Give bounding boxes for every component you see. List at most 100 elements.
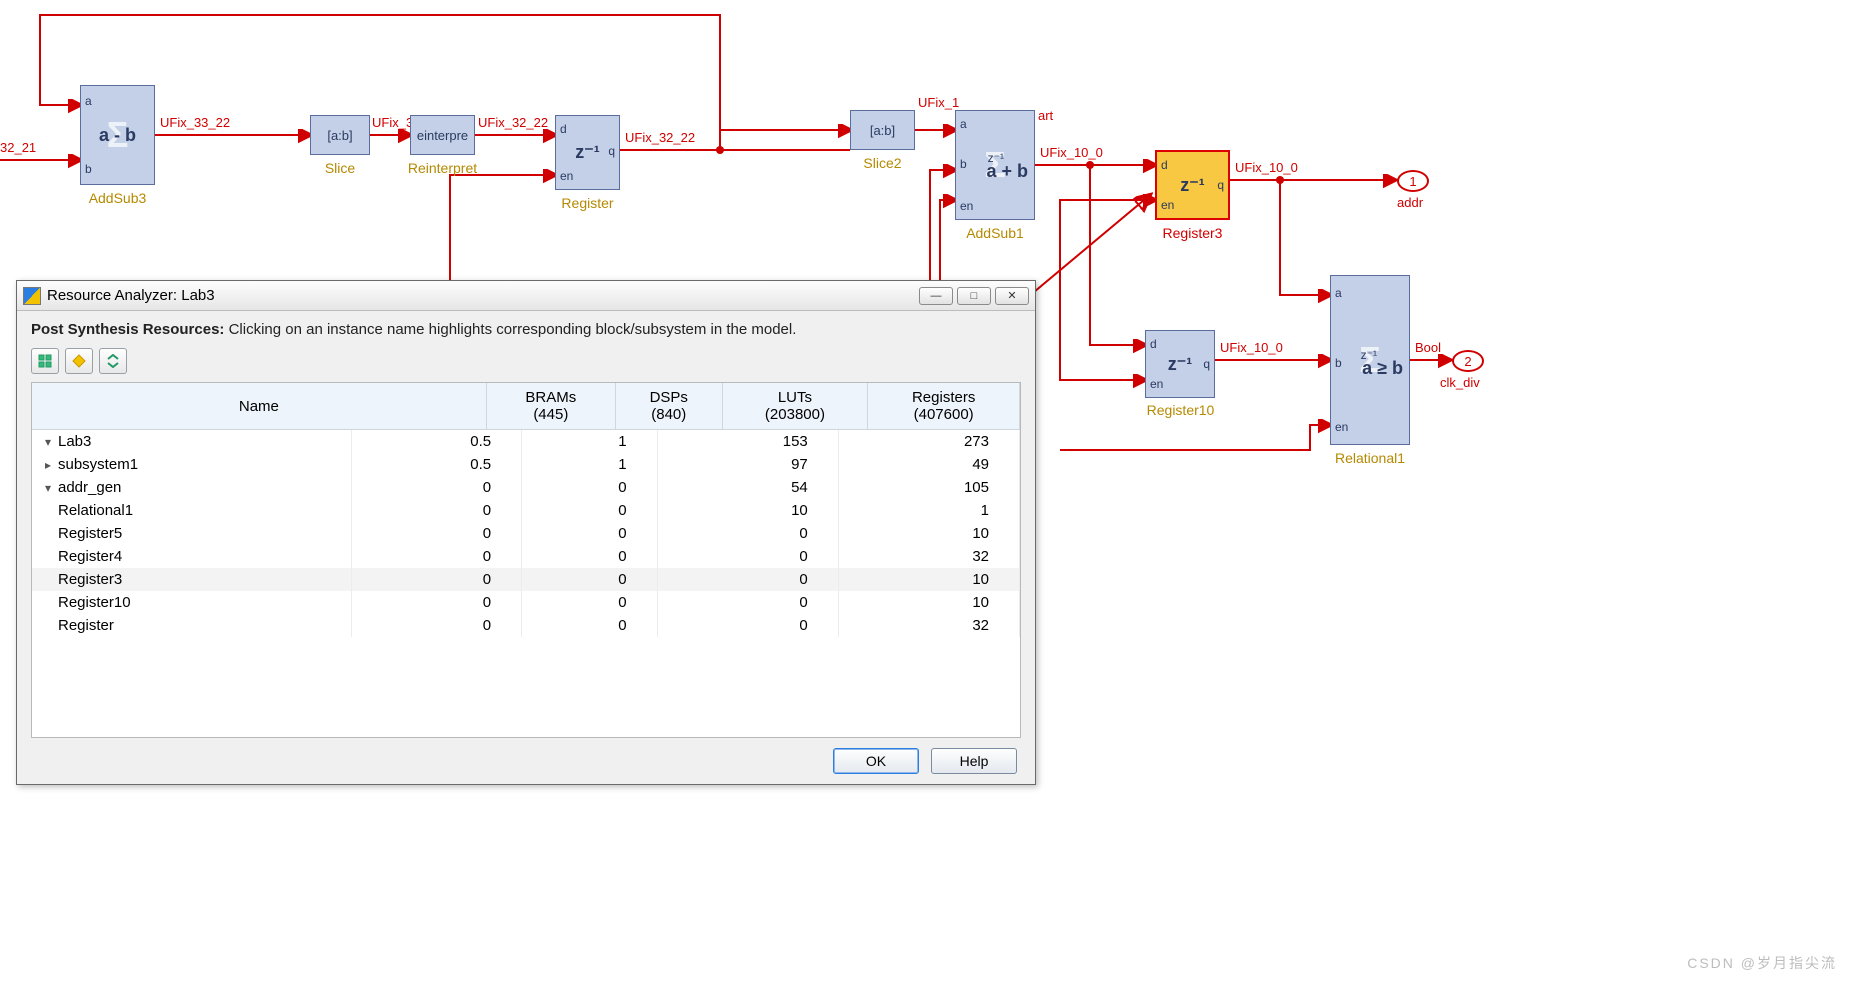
dialog-titlebar[interactable]: Resource Analyzer: Lab3 — □ ✕ xyxy=(17,281,1035,311)
block-slice[interactable]: [a:b] xyxy=(310,115,370,155)
cell-regs: 10 xyxy=(838,568,1019,591)
label-addsub3: AddSub3 xyxy=(80,190,155,206)
cell-brams: 0.5 xyxy=(352,430,522,453)
outport-addr[interactable]: 1 xyxy=(1397,170,1429,192)
cell-name[interactable]: ▾addr_gen xyxy=(32,476,352,499)
dialog-toolbar xyxy=(17,348,1035,382)
cell-brams: 0 xyxy=(352,522,522,545)
cell-regs: 1 xyxy=(838,499,1019,522)
cell-dsps: 0 xyxy=(522,545,657,568)
col-dsps[interactable]: DSPs(840) xyxy=(615,383,722,430)
table-row[interactable]: Register400032 xyxy=(32,545,1020,568)
port-q: q xyxy=(608,144,615,158)
expand-icon[interactable]: ▾ xyxy=(42,481,54,495)
cell-regs: 49 xyxy=(838,453,1019,476)
cell-name[interactable]: ▸subsystem1 xyxy=(32,453,352,476)
cell-name[interactable]: Register3 xyxy=(32,568,352,591)
cell-name[interactable]: Register5 xyxy=(32,522,352,545)
table-row[interactable]: ▾addr_gen0054105 xyxy=(32,476,1020,499)
col-luts[interactable]: LUTs(203800) xyxy=(722,383,868,430)
cell-name[interactable]: Register10 xyxy=(32,591,352,614)
port-d: d xyxy=(560,122,567,136)
expr: a ≥ b xyxy=(1362,358,1403,379)
cell-name[interactable]: Register4 xyxy=(32,545,352,568)
port-en: en xyxy=(960,199,973,213)
port-en: en xyxy=(1150,377,1163,391)
minimize-button[interactable]: — xyxy=(919,287,953,305)
sig-ufix10-0c: UFix_10_0 xyxy=(1220,340,1283,355)
outport-clkdiv-label: clk_div xyxy=(1440,375,1480,390)
col-regs[interactable]: Registers(407600) xyxy=(868,383,1020,430)
expr: z⁻¹ xyxy=(1180,175,1205,196)
expand-icon[interactable]: ▸ xyxy=(42,458,54,472)
cell-luts: 0 xyxy=(657,522,838,545)
label-slice: Slice xyxy=(310,160,370,176)
block-addsub3[interactable]: Σ a b a - b xyxy=(80,85,155,185)
port-b: b xyxy=(960,157,967,171)
cell-regs: 273 xyxy=(838,430,1019,453)
close-button[interactable]: ✕ xyxy=(995,287,1029,305)
cell-luts: 97 xyxy=(657,453,838,476)
dialog-instruction: Post Synthesis Resources: Clicking on an… xyxy=(17,311,1035,348)
table-row[interactable]: ▾Lab30.51153273 xyxy=(32,430,1020,453)
sig-ufix3: UFix_3 xyxy=(372,115,413,130)
block-slice2[interactable]: [a:b] xyxy=(850,110,915,150)
cell-name[interactable]: Register xyxy=(32,614,352,637)
col-name[interactable]: Name xyxy=(32,383,486,430)
port-en: en xyxy=(560,169,573,183)
port-q: q xyxy=(1217,178,1224,192)
table-row[interactable]: Relational100101 xyxy=(32,499,1020,522)
outport-clkdiv[interactable]: 2 xyxy=(1452,350,1484,372)
table-row[interactable]: Register300010 xyxy=(32,568,1020,591)
table-row[interactable]: Register500010 xyxy=(32,522,1020,545)
slice-text: [a:b] xyxy=(327,128,352,143)
label-register3: Register3 xyxy=(1155,225,1230,241)
outport-addr-label: addr xyxy=(1397,195,1423,210)
sig-in: 32_21 xyxy=(0,140,36,155)
label-slice2: Slice2 xyxy=(850,155,915,171)
port-b: b xyxy=(1335,356,1342,370)
port-en: en xyxy=(1335,420,1348,434)
block-addsub1[interactable]: Σ a b en z⁻¹ a + b xyxy=(955,110,1035,220)
col-brams[interactable]: BRAMs(445) xyxy=(486,383,615,430)
cell-regs: 10 xyxy=(838,522,1019,545)
expand-icon[interactable]: ▾ xyxy=(42,435,54,449)
cell-dsps: 1 xyxy=(522,453,657,476)
cell-name[interactable]: Relational1 xyxy=(32,499,352,522)
sig-ufix10-0b: UFix_10_0 xyxy=(1235,160,1298,175)
cell-dsps: 0 xyxy=(522,522,657,545)
ok-button[interactable]: OK xyxy=(833,748,919,774)
label-register10: Register10 xyxy=(1138,402,1223,418)
expand-all-button[interactable] xyxy=(31,348,59,374)
cell-regs: 32 xyxy=(838,545,1019,568)
label-register: Register xyxy=(555,195,620,211)
cell-dsps: 0 xyxy=(522,614,657,637)
cell-dsps: 1 xyxy=(522,430,657,453)
port-a: a xyxy=(960,117,967,131)
block-register3[interactable]: d en q z⁻¹ xyxy=(1155,150,1230,220)
help-button[interactable]: Help xyxy=(931,748,1017,774)
cell-brams: 0.5 xyxy=(352,453,522,476)
block-register10[interactable]: d en q z⁻¹ xyxy=(1145,330,1215,398)
block-reinterpret[interactable]: einterpre xyxy=(410,115,475,155)
cell-brams: 0 xyxy=(352,499,522,522)
maximize-button[interactable]: □ xyxy=(957,287,991,305)
table-row[interactable]: Register00032 xyxy=(32,614,1020,637)
table-row[interactable]: ▸subsystem10.519749 xyxy=(32,453,1020,476)
cell-luts: 0 xyxy=(657,591,838,614)
expr: z⁻¹ xyxy=(1168,354,1193,375)
expr: z⁻¹ xyxy=(575,142,600,163)
table-row[interactable]: Register1000010 xyxy=(32,591,1020,614)
sig-art: art xyxy=(1038,108,1053,123)
cell-regs: 10 xyxy=(838,591,1019,614)
cell-regs: 32 xyxy=(838,614,1019,637)
cell-dsps: 0 xyxy=(522,591,657,614)
label-addsub1: AddSub1 xyxy=(955,225,1035,241)
collapse-all-button[interactable] xyxy=(65,348,93,374)
fit-button[interactable] xyxy=(99,348,127,374)
cell-name[interactable]: ▾Lab3 xyxy=(32,430,352,453)
cell-dsps: 0 xyxy=(522,568,657,591)
sig-ufix32-22b: UFix_32_22 xyxy=(625,130,695,145)
block-relational1[interactable]: Σ a b en z⁻¹ a ≥ b xyxy=(1330,275,1410,445)
block-register[interactable]: d en q z⁻¹ xyxy=(555,115,620,190)
